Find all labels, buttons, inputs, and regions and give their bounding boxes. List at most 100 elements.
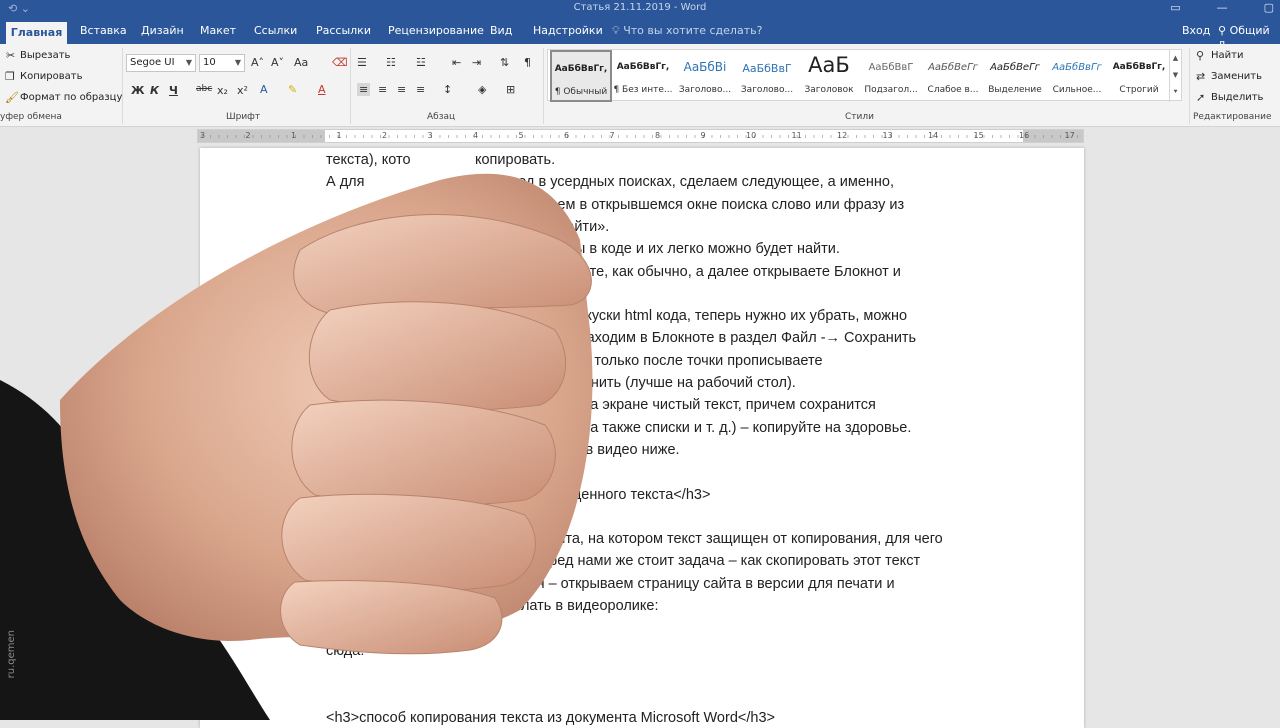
borders-icon[interactable]: ⊞	[506, 83, 515, 96]
cut-button[interactable]: Вырезать	[20, 50, 70, 61]
styles-gallery: АаБбВвГг, ¶ Обычный АаБбВвГг, ¶ Без инте…	[547, 49, 1182, 102]
style-name: Слабое в...	[927, 85, 979, 95]
tab-design[interactable]: Дизайн	[141, 24, 184, 37]
tab-layout[interactable]: Макет	[200, 24, 236, 37]
style-subtle-emphasis[interactable]: АаБбВеГг Слабое в...	[922, 50, 984, 102]
font-size-value: 10	[203, 57, 216, 68]
font-size-combo[interactable]: 10 ▼	[199, 54, 245, 72]
grow-font-icon[interactable]: A˄	[251, 56, 264, 69]
font-name-value: Segoe UI	[130, 57, 175, 68]
style-intense-emphasis[interactable]: АаБбВвГг Сильное...	[1046, 50, 1108, 102]
tab-references[interactable]: Ссылки	[254, 24, 297, 37]
multilevel-list-icon[interactable]: ☳	[416, 56, 426, 69]
fist-image	[0, 173, 593, 720]
chevron-down-icon: ▼	[185, 58, 192, 67]
sort-icon[interactable]: ⇅	[500, 56, 509, 69]
brush-icon: 🖌︎	[5, 91, 19, 104]
style-name: Заголово...	[740, 85, 794, 95]
style-preview: АаБбВвГ	[742, 62, 792, 75]
style-name: ¶ Без инте...	[613, 85, 673, 95]
style-name: Заголовок	[804, 85, 854, 95]
ruler-number: 11	[791, 131, 802, 140]
style-preview: АаБбВвГг,	[616, 62, 670, 72]
ruler-number: 8	[655, 131, 661, 140]
find-icon: ⚲	[1196, 49, 1205, 62]
bold-button[interactable]: Ж	[131, 84, 144, 97]
style-emphasis[interactable]: АаБбВеГг Выделение	[984, 50, 1046, 102]
clear-formatting-icon[interactable]: ⌫	[332, 56, 348, 69]
style-name: ¶ Обычный	[554, 87, 608, 97]
copy-icon: ❐	[5, 70, 15, 83]
ruler-number: 12	[837, 131, 848, 140]
ruler-number: 13	[882, 131, 893, 140]
window-controls: ▭ — ▢	[1170, 1, 1274, 14]
tab-insert[interactable]: Вставка	[80, 24, 127, 37]
style-subtitle[interactable]: АаБбВвГ Подзагол...	[860, 50, 922, 102]
find-button[interactable]: Найти	[1211, 50, 1243, 61]
replace-button[interactable]: Заменить	[1211, 71, 1262, 82]
style-preview: АаБбВвГг	[1052, 62, 1102, 73]
justify-icon[interactable]: ≡	[416, 83, 425, 96]
tab-mailings[interactable]: Рассылки	[316, 24, 371, 37]
scissors-icon: ✂	[6, 49, 16, 62]
style-heading-1[interactable]: АаБбВі Заголово...	[674, 50, 736, 102]
watermark: ru.qemen	[6, 630, 17, 679]
styles-group-label: Стили	[845, 112, 874, 122]
style-preview: АаБбВвГ	[868, 62, 914, 73]
decrease-indent-icon[interactable]: ⇤	[452, 56, 461, 69]
style-strong[interactable]: АаБбВвГг, Строгий	[1108, 50, 1170, 102]
numbering-icon[interactable]: ☷	[386, 56, 396, 69]
bullets-icon[interactable]: ☰	[357, 56, 367, 69]
ruler-number: 17	[1064, 131, 1075, 140]
shrink-font-icon[interactable]: A˅	[271, 56, 284, 69]
increase-indent-icon[interactable]: ⇥	[472, 56, 481, 69]
ruler-number: 14	[928, 131, 939, 140]
style-normal[interactable]: АаБбВвГг, ¶ Обычный	[550, 50, 612, 102]
text-effects-icon[interactable]: A	[260, 83, 268, 96]
tab-review[interactable]: Рецензирование	[388, 24, 484, 37]
italic-button[interactable]: К	[150, 84, 159, 97]
shading-icon[interactable]: ◈	[478, 83, 486, 96]
style-heading-2[interactable]: АаБбВвГ Заголово...	[736, 50, 798, 102]
chevron-down-icon[interactable]: ▼	[1170, 67, 1181, 84]
underline-button[interactable]: Ч	[169, 84, 178, 97]
select-icon: ➚	[1196, 91, 1206, 104]
style-name: Выделение	[988, 85, 1042, 95]
tab-home[interactable]: Главная	[6, 22, 67, 44]
font-color-icon[interactable]: A	[318, 83, 326, 96]
ribbon-display-icon[interactable]: ▭	[1170, 1, 1180, 14]
maximize-icon[interactable]: ▢	[1264, 1, 1274, 14]
window-title: Статья 21.11.2019 - Word	[573, 2, 707, 13]
select-button[interactable]: Выделить	[1211, 92, 1263, 103]
style-no-spacing[interactable]: АаБбВвГг, ¶ Без инте...	[612, 50, 674, 102]
align-left-icon[interactable]: ≡	[357, 83, 371, 96]
chevron-down-icon: ▼	[234, 58, 241, 67]
style-preview: АаБбВвГг,	[1112, 62, 1166, 72]
subscript-button[interactable]: x₂	[217, 84, 228, 97]
line-spacing-icon[interactable]: ↕	[443, 83, 452, 96]
tab-view[interactable]: Вид	[490, 24, 512, 37]
gallery-scroll[interactable]: ▲ ▼ ⯆	[1169, 50, 1181, 102]
minimize-icon[interactable]: —	[1217, 1, 1228, 14]
style-preview: АаБбВеГг	[990, 62, 1040, 73]
editing-group-label: Редактирование	[1193, 112, 1272, 122]
tell-me-placeholder: Что вы хотите сделать?	[623, 24, 763, 37]
pilcrow-icon[interactable]: ¶	[524, 56, 531, 69]
style-preview: АаБбВі	[683, 60, 727, 74]
sign-in-link[interactable]: Вход	[1182, 24, 1210, 37]
align-right-icon[interactable]: ≡	[397, 83, 406, 96]
change-case-button[interactable]: Aa	[294, 56, 308, 69]
copy-button[interactable]: Копировать	[20, 71, 82, 82]
align-center-icon[interactable]: ≡	[378, 83, 387, 96]
style-title[interactable]: АаБ Заголовок	[798, 50, 860, 102]
chevron-up-icon[interactable]: ▲	[1170, 50, 1181, 67]
highlight-icon[interactable]: ✎	[288, 83, 297, 96]
group-divider	[122, 48, 123, 124]
strikethrough-button[interactable]: abc	[196, 84, 212, 94]
more-icon[interactable]: ⯆	[1170, 84, 1181, 101]
tell-me-search[interactable]: 💡︎ Что вы хотите сделать?	[612, 24, 762, 38]
tab-addins[interactable]: Надстройки	[533, 24, 603, 37]
superscript-button[interactable]: x²	[237, 84, 248, 97]
format-painter-button[interactable]: Формат по образцу	[20, 92, 122, 103]
font-name-combo[interactable]: Segoe UI ▼	[126, 54, 196, 72]
